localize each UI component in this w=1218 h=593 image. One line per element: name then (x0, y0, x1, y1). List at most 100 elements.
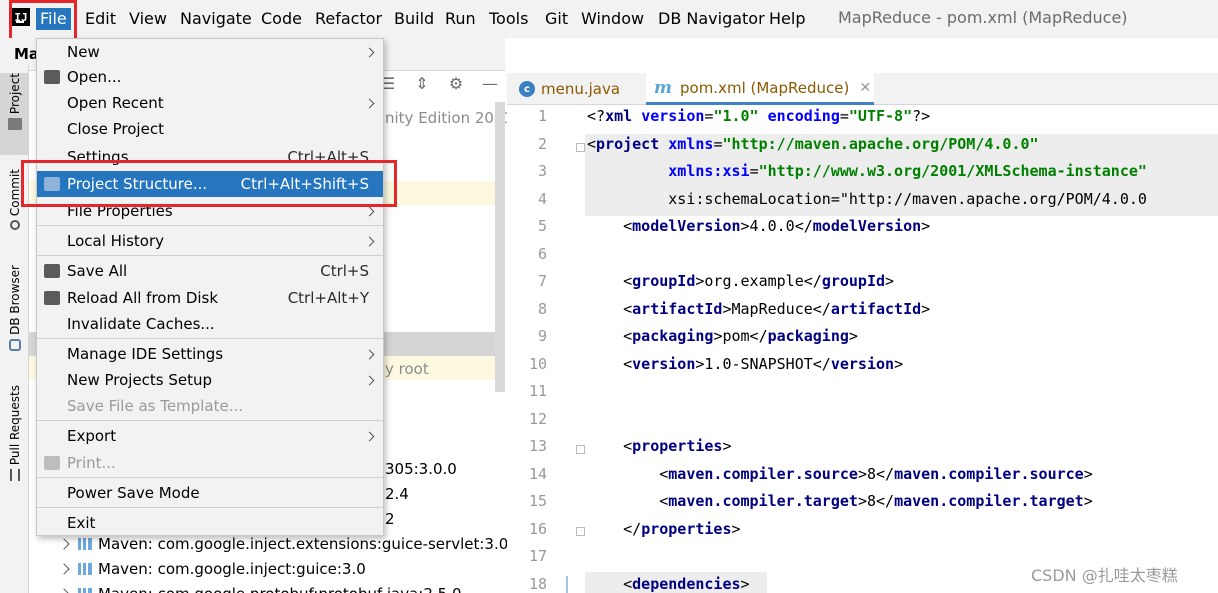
line-number: 9 (537, 327, 547, 345)
tree-row-lib[interactable]: Maven: com.google.inject:guice:3.0 (58, 560, 366, 578)
menu-item-export[interactable]: Export (37, 423, 383, 449)
menu-item-save-all[interactable]: Save All Ctrl+S (37, 258, 383, 284)
menu-item-manage-ide-settings[interactable]: Manage IDE Settings (37, 341, 383, 367)
project-scrollbar[interactable] (495, 102, 505, 392)
menu-item-label: Save File as Template... (67, 397, 243, 415)
tree-lib-partial[interactable]: 2 (385, 510, 395, 528)
menu-item-open-recent[interactable]: Open Recent (37, 90, 383, 116)
line-number: 10 (528, 354, 547, 373)
menu-item-invalidate-caches[interactable]: Invalidate Caches... (37, 311, 383, 337)
menu-file[interactable]: File (36, 8, 71, 30)
menu-navigate[interactable]: Navigate (180, 8, 252, 30)
menu-item-label: Project Structure... (67, 175, 208, 193)
save-icon (44, 264, 60, 278)
fold-marker-icon[interactable] (576, 143, 585, 152)
fold-marker-icon[interactable] (576, 445, 585, 454)
menu-item-label: Save All (67, 262, 128, 280)
fold-marker-icon[interactable] (576, 527, 585, 536)
menu-item-print: Print... (37, 450, 383, 476)
intellij-logo-icon[interactable]: IJ (12, 8, 30, 26)
menu-item-local-history[interactable]: Local History (37, 228, 383, 254)
reload-icon (44, 291, 60, 305)
menu-item-exit[interactable]: Exit (37, 510, 383, 536)
window-title: MapReduce - pom.xml (MapReduce) (838, 8, 1128, 27)
chevron-right-icon[interactable] (58, 563, 70, 575)
menu-item-open[interactable]: Open... (37, 64, 383, 90)
code-line[interactable]: <?xml version="1.0" encoding="UTF-8"?> (587, 107, 930, 125)
tool-tab-commit[interactable]: Commit (0, 169, 29, 245)
close-icon[interactable]: ✕ (859, 80, 871, 96)
menu-edit[interactable]: Edit (85, 8, 116, 30)
tool-tab-db-browser[interactable]: DB Browser (0, 265, 29, 363)
code-line[interactable]: <maven.compiler.source>8</maven.compiler… (587, 465, 1093, 483)
menu-tools[interactable]: Tools (489, 8, 528, 30)
line-number: 15 (528, 492, 547, 510)
code-line[interactable]: <properties> (587, 437, 731, 455)
code-line[interactable]: <groupId>org.example</groupId> (587, 272, 894, 290)
tab-label: menu.java (541, 80, 621, 98)
code-line[interactable]: <version>1.0-SNAPSHOT</version> (587, 355, 903, 373)
tool-tab-label: Project (7, 73, 22, 115)
menu-help[interactable]: Help (769, 8, 805, 30)
menu-item-reload-all-from-disk[interactable]: Reload All from Disk Ctrl+Alt+Y (37, 285, 383, 311)
library-label: Maven: com.google.inject:guice:3.0 (98, 560, 366, 578)
menu-run[interactable]: Run (445, 8, 476, 30)
library-icon (78, 563, 92, 575)
code-line[interactable]: <artifactId>MapReduce</artifactId> (587, 300, 930, 318)
menu-git[interactable]: Git (545, 8, 568, 30)
menu-separator (37, 420, 383, 421)
collapse-all-icon[interactable]: ⇕ (414, 74, 430, 93)
menu-item-close-project[interactable]: Close Project (37, 116, 383, 142)
tool-tab-pull-requests[interactable]: Pull Requests (0, 385, 29, 497)
menu-item-file-properties[interactable]: File Properties (37, 198, 383, 224)
code-line[interactable]: </properties> (587, 520, 740, 538)
menu-item-settings[interactable]: Settings... Ctrl+Alt+S (37, 144, 383, 170)
tree-row-lib[interactable]: Maven: com.google.inject.extensions:guic… (58, 535, 508, 553)
menu-item-shortcut: Ctrl+Alt+Y (287, 289, 369, 307)
code-line[interactable]: xsi:schemaLocation="http://maven.apache.… (587, 190, 1147, 208)
chevron-right-icon[interactable] (58, 538, 70, 550)
menu-item-label: Exit (67, 514, 96, 532)
menu-item-power-save-mode[interactable]: Power Save Mode (37, 480, 383, 506)
code-line[interactable]: <maven.compiler.target>8</maven.compiler… (587, 492, 1093, 510)
code-line[interactable]: <dependencies> (587, 575, 749, 593)
chevron-right-icon (364, 431, 375, 441)
editor-tab-bar: c menu.java m pom.xml (MapReduce) ✕ (507, 73, 1218, 105)
tab-menu-java[interactable]: c menu.java (519, 73, 649, 105)
maven-icon: m (654, 77, 672, 98)
menu-item-shortcut: Ctrl+S (320, 262, 369, 280)
print-icon (44, 456, 60, 470)
hide-panel-icon[interactable]: — (482, 74, 498, 93)
line-number: 5 (537, 217, 547, 235)
code-line[interactable]: <modelVersion>4.0.0</modelVersion> (587, 217, 930, 235)
chevron-right-icon[interactable] (58, 588, 70, 593)
tool-tab-project[interactable]: Project (0, 73, 29, 155)
code-line[interactable]: <packaging>pom</packaging> (587, 327, 858, 345)
line-number: 8 (537, 299, 547, 318)
tab-pom-xml[interactable]: m pom.xml (MapReduce) ✕ (646, 73, 874, 105)
menu-window[interactable]: Window (581, 8, 644, 30)
menu-refactor[interactable]: Refactor (315, 8, 382, 30)
menu-item-new[interactable]: New (37, 39, 383, 65)
menu-item-label: File Properties (67, 202, 173, 220)
code-line[interactable]: <project xmlns="http://maven.apache.org/… (587, 135, 1039, 153)
tree-lib-partial[interactable]: 305:3.0.0 (385, 460, 457, 478)
line-number: 16 (528, 519, 547, 538)
menu-item-label: Close Project (67, 120, 164, 138)
menu-item-shortcut: Ctrl+Alt+Shift+S (240, 175, 369, 193)
menu-code[interactable]: Code (261, 8, 302, 30)
project-toolbar: ☰ ⇕ ⚙ — (380, 74, 498, 93)
menu-item-project-structure[interactable]: Project Structure... Ctrl+Alt+Shift+S (37, 171, 383, 197)
menu-item-new-projects-setup[interactable]: New Projects Setup (37, 367, 383, 393)
tree-lib-partial[interactable]: 2.4 (385, 485, 409, 503)
code-line[interactable]: xmlns:xsi="http://www.w3.org/2001/XMLSch… (587, 162, 1147, 180)
menu-item-label: Invalidate Caches... (67, 315, 215, 333)
line-number: 14 (528, 464, 547, 483)
gear-icon[interactable]: ⚙ (448, 74, 464, 93)
line-number: 6 (537, 244, 547, 263)
menu-build[interactable]: Build (394, 8, 434, 30)
tree-row-lib[interactable]: Maven: com.google.protobuf:protobuf-java… (58, 585, 462, 593)
menu-view[interactable]: View (129, 8, 167, 30)
menu-db-navigator[interactable]: DB Navigator (658, 8, 765, 30)
project-edition-text: nity Edition 2021 (385, 109, 514, 127)
